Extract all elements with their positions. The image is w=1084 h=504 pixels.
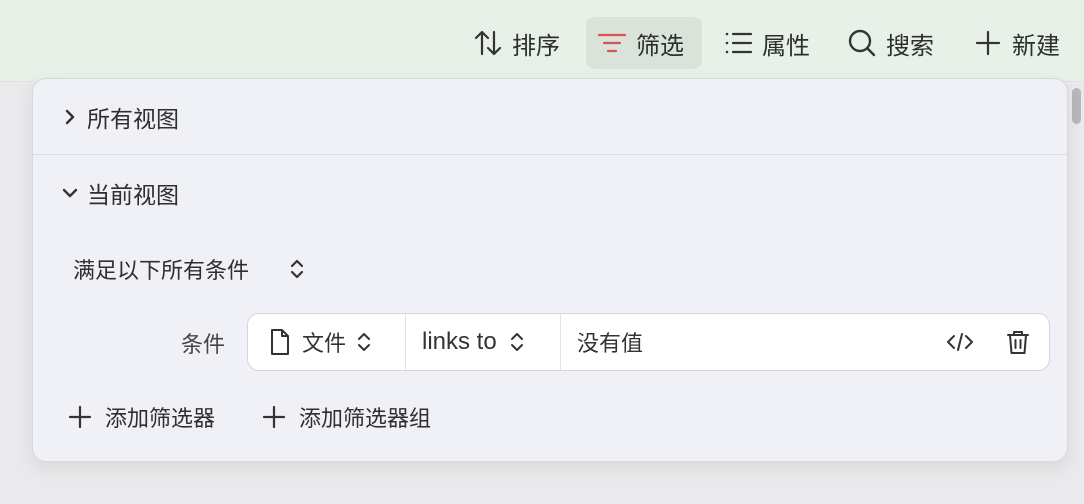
match-mode-select[interactable]: 满足以下所有条件 (73, 249, 307, 289)
chevron-right-icon (65, 109, 75, 125)
value-text: 没有值 (577, 332, 644, 357)
operator-select[interactable]: links to (406, 314, 561, 370)
filter-popover: 所有视图 当前视图 满足以下所有条件 条件 文件 links to 没有值 添加… (32, 78, 1068, 462)
filter-button[interactable]: 筛选 (586, 17, 702, 69)
condition-row: 文件 links to 没有值 (247, 313, 1050, 371)
chevron-down-icon (62, 188, 78, 198)
sort-button[interactable]: 排序 (462, 17, 576, 69)
trash-icon[interactable] (1003, 327, 1033, 357)
all-views-label: 所有视图 (87, 107, 179, 133)
search-label: 搜索 (886, 31, 934, 60)
property-value: 文件 (302, 332, 347, 357)
list-icon (725, 32, 753, 54)
chevron-updown-icon (290, 259, 304, 279)
add-filter-group-button[interactable]: 添加筛选器组 (261, 397, 431, 437)
value-field[interactable]: 没有值 (561, 314, 1049, 370)
add-filter-group-label: 添加筛选器组 (299, 407, 432, 432)
new-button[interactable]: 新建 (962, 17, 1074, 69)
search-icon (848, 29, 876, 57)
plus-icon (262, 405, 286, 429)
sort-label: 排序 (512, 31, 560, 60)
all-views-toggle[interactable]: 所有视图 (61, 99, 179, 135)
properties-label: 属性 (762, 31, 810, 60)
condition-actions (945, 314, 1033, 370)
code-icon[interactable] (945, 327, 975, 357)
add-filter-label: 添加筛选器 (105, 407, 216, 432)
search-button[interactable]: 搜索 (836, 17, 948, 69)
chevron-updown-icon (358, 333, 371, 351)
current-view-toggle[interactable]: 当前视图 (61, 175, 179, 211)
file-icon (271, 329, 289, 355)
sort-arrows-icon (474, 30, 502, 56)
toolbar: 排序 筛选 属性 搜索 新建 (0, 0, 1084, 82)
plus-icon (68, 405, 92, 429)
current-view-label: 当前视图 (87, 183, 179, 209)
filter-lines-icon (597, 33, 627, 53)
chevron-updown-icon (510, 333, 523, 351)
add-filter-button[interactable]: 添加筛选器 (67, 397, 215, 437)
operator-value: links to (422, 328, 497, 355)
scrollbar-thumb[interactable] (1072, 88, 1081, 124)
property-select[interactable]: 文件 (248, 314, 406, 370)
plus-icon (975, 30, 1001, 56)
new-label: 新建 (1012, 31, 1060, 60)
properties-button[interactable]: 属性 (712, 17, 824, 69)
divider (33, 154, 1067, 155)
condition-label: 条件 (181, 333, 226, 358)
filter-label: 筛选 (636, 31, 684, 60)
match-mode-label: 满足以下所有条件 (73, 259, 250, 284)
